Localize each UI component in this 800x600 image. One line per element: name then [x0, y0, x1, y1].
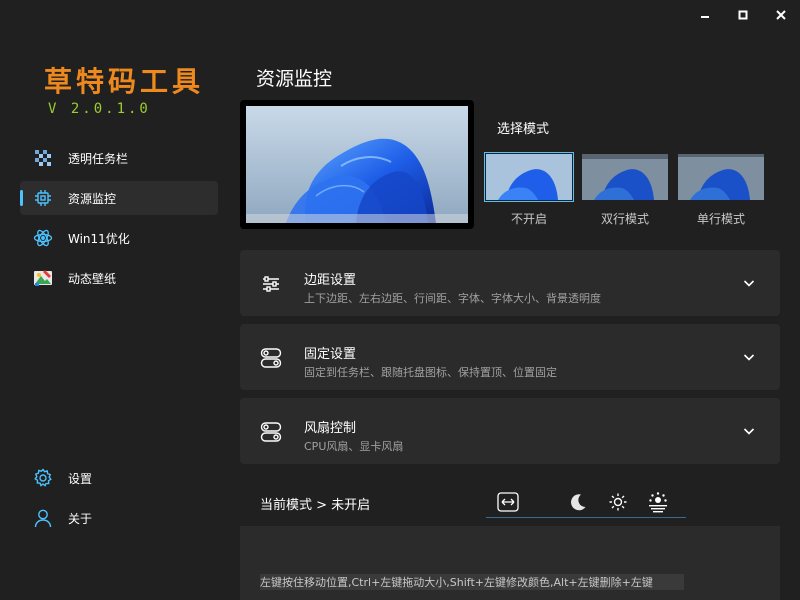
- card-pin-settings[interactable]: 固定设置 固定到任务栏、跟随托盘图标、保持置顶、位置固定: [240, 324, 780, 390]
- chevron-down-icon: [743, 428, 755, 435]
- current-mode-status: 当前模式 > 未开启: [260, 498, 371, 513]
- app-version: V 2.0.1.0: [48, 101, 151, 117]
- card-title: 风扇控制: [304, 421, 357, 436]
- maximize-icon: [738, 10, 748, 20]
- close-button[interactable]: [762, 0, 800, 30]
- page-title: 资源监控: [256, 68, 333, 90]
- sidebar-item-settings[interactable]: 设置: [20, 461, 218, 495]
- card-margin-settings[interactable]: 边距设置 上下边距、左右边距、行间距、字体、字体大小、背景透明度: [240, 250, 780, 316]
- app-title: 草特码工具: [44, 65, 205, 98]
- sidebar-item-label: 透明任务栏: [68, 151, 129, 166]
- toggles-icon: [260, 348, 282, 368]
- sidebar-item-label: 资源监控: [68, 191, 117, 206]
- chevron-down-icon: [743, 354, 755, 361]
- palette-icon: [33, 268, 53, 288]
- checker-icon: [33, 148, 53, 168]
- mode-option-single-line[interactable]: [678, 154, 764, 200]
- card-title: 固定设置: [304, 347, 357, 362]
- card-title: 边距设置: [304, 273, 357, 288]
- sidebar-item-transparent-taskbar[interactable]: 透明任务栏: [20, 141, 218, 175]
- light-mode-button[interactable]: [606, 490, 630, 514]
- card-subtitle: 上下边距、左右边距、行间距、字体、字体大小、背景透明度: [304, 292, 601, 305]
- mode-section-title: 选择模式: [497, 122, 550, 137]
- chip-icon: [33, 188, 53, 208]
- window-controls: [686, 0, 800, 30]
- sidebar: 草特码工具 V 2.0.1.0 透明任务栏 资源监控 Win11优化 动态壁纸 …: [0, 0, 230, 600]
- card-fan-control[interactable]: 风扇控制 CPU风扇、显卡风扇: [240, 398, 780, 464]
- sidebar-item-label: Win11优化: [68, 231, 130, 246]
- resize-width-button[interactable]: [496, 490, 520, 514]
- mode-option-off[interactable]: [484, 152, 574, 202]
- brightness-icon: [649, 492, 667, 513]
- sun-icon: [609, 493, 627, 511]
- card-subtitle: CPU风扇、显卡风扇: [304, 440, 404, 453]
- sidebar-item-label: 设置: [68, 471, 93, 486]
- wallpaper-image: [246, 106, 468, 223]
- sliders-icon: [263, 276, 279, 292]
- close-icon: [776, 10, 786, 20]
- sidebar-item-live-wallpaper[interactable]: 动态壁纸: [20, 261, 218, 295]
- mode-label-double-line: 双行模式: [600, 212, 649, 226]
- chevron-down-icon: [743, 280, 755, 287]
- mode-option-double-line[interactable]: [582, 154, 668, 200]
- sidebar-item-about[interactable]: 关于: [20, 501, 218, 535]
- user-icon: [33, 508, 53, 528]
- taskbar-preview: [246, 214, 468, 223]
- sidebar-item-win11-optimize[interactable]: Win11优化: [20, 221, 218, 255]
- toggles-icon: [260, 422, 282, 442]
- dark-mode-button[interactable]: [566, 490, 590, 514]
- usage-hint: 左键按住移动位置,Ctrl+左键拖动大小,Shift+左键修改颜色,Alt+左键…: [260, 574, 684, 590]
- brightness-button[interactable]: [646, 490, 670, 514]
- sidebar-item-label: 动态壁纸: [68, 271, 117, 286]
- moon-icon: [571, 494, 586, 511]
- minimize-button[interactable]: [686, 0, 724, 30]
- card-subtitle: 固定到任务栏、跟随托盘图标、保持置顶、位置固定: [304, 366, 557, 379]
- monitor-preview: [240, 100, 474, 229]
- preview-toolbar: [486, 484, 686, 518]
- maximize-button[interactable]: [724, 0, 762, 30]
- sidebar-item-resource-monitor[interactable]: 资源监控: [20, 181, 218, 215]
- resize-width-icon: [497, 492, 519, 512]
- gear-icon: [33, 468, 53, 488]
- sidebar-item-label: 关于: [68, 511, 93, 526]
- atom-icon: [33, 228, 53, 248]
- minimize-icon: [701, 16, 709, 18]
- mode-label-off: 不开启: [510, 212, 547, 226]
- mode-label-single-line: 单行模式: [696, 212, 745, 226]
